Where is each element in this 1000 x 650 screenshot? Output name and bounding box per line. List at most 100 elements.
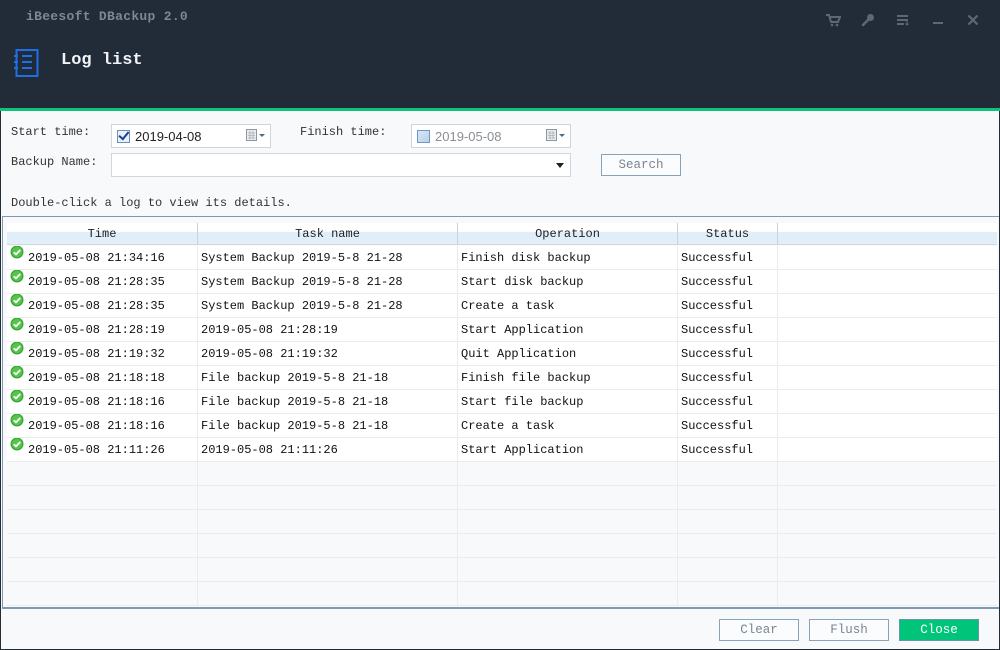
status-cell [678, 486, 778, 510]
time-cell [7, 558, 198, 582]
status-cell [678, 462, 778, 486]
success-check-icon [10, 414, 24, 436]
time-cell [7, 510, 198, 534]
task-name-cell [198, 510, 458, 534]
status-text: Successful [681, 395, 754, 409]
start-time-picker[interactable]: 2019-04-08 [111, 124, 271, 148]
task-name-cell [198, 534, 458, 558]
operation-cell [458, 462, 678, 486]
table-row[interactable]: 2019-05-08 21:28:19 2019-05-08 21:28:19 St… [7, 318, 997, 342]
status-cell: Successful [678, 270, 778, 294]
log-table[interactable]: Time Task name Operation Status 2019-05-… [2, 216, 999, 609]
success-check-icon [10, 318, 24, 340]
backup-name-select[interactable] [111, 153, 571, 177]
table-row[interactable]: 2019-05-08 21:28:35 System Backup 2019-5-… [7, 294, 997, 318]
column-header-filler [778, 223, 997, 245]
table-header: Time Task name Operation Status [7, 223, 997, 245]
operation-text: Finish disk backup [461, 251, 591, 265]
time-text: 2019-05-08 21:18:18 [28, 371, 165, 385]
key-icon [861, 14, 874, 27]
table-row[interactable]: 2019-05-08 21:28:35 System Backup 2019-5-… [7, 270, 997, 294]
app-title: iBeesoft DBackup 2.0 [26, 9, 189, 24]
finish-time-value[interactable]: 2019-05-08 [435, 129, 502, 144]
filler-cell [778, 294, 997, 318]
minimize-button[interactable] [920, 10, 955, 30]
cart-button[interactable] [815, 10, 850, 30]
status-cell: Successful [678, 342, 778, 366]
status-cell: Successful [678, 414, 778, 438]
success-check-icon [10, 294, 24, 316]
operation-cell: Start file backup [458, 390, 678, 414]
status-text: Successful [681, 299, 754, 313]
table-row[interactable]: 2019-05-08 21:18:18 File backup 2019-5-8 … [7, 366, 997, 390]
operation-cell: Create a task [458, 414, 678, 438]
operation-text: Start disk backup [461, 275, 584, 289]
table-row[interactable]: 2019-05-08 21:18:16 File backup 2019-5-8 … [7, 414, 997, 438]
settings-button[interactable] [850, 10, 885, 30]
finish-time-checkbox[interactable] [417, 129, 430, 143]
operation-cell: Start disk backup [458, 270, 678, 294]
column-header-status[interactable]: Status [678, 223, 778, 245]
backup-name-label: Backup Name: [11, 155, 98, 169]
minimize-icon [932, 22, 943, 24]
time-cell [7, 582, 198, 606]
start-time-calendar-button[interactable] [246, 129, 266, 142]
task-name-cell [198, 582, 458, 606]
operation-cell [458, 534, 678, 558]
flush-button[interactable]: Flush [809, 619, 889, 641]
table-row[interactable]: 2019-05-08 21:34:16 System Backup 2019-5-… [7, 246, 997, 270]
success-check-icon [10, 342, 24, 364]
table-row[interactable]: 2019-05-08 21:11:26 2019-05-08 21:11:26 St… [7, 438, 997, 462]
start-time-label: Start time: [11, 125, 91, 139]
time-cell: 2019-05-08 21:34:16 [7, 246, 198, 270]
search-button[interactable]: Search [601, 154, 681, 176]
time-text: 2019-05-08 21:28:35 [28, 275, 165, 289]
column-header-task-name[interactable]: Task name [198, 223, 458, 245]
filler-cell [778, 558, 997, 582]
filler-cell [778, 438, 997, 462]
operation-cell [458, 486, 678, 510]
cart-icon [825, 14, 841, 27]
close-button[interactable]: Close [899, 619, 979, 641]
start-time-checkbox[interactable] [117, 129, 130, 143]
time-cell: 2019-05-08 21:28:19 [7, 318, 198, 342]
success-check-icon [10, 246, 24, 268]
filler-cell [778, 414, 997, 438]
task-name-cell: 2019-05-08 21:28:19 [198, 318, 458, 342]
status-cell: Successful [678, 438, 778, 462]
filler-cell [778, 270, 997, 294]
time-cell: 2019-05-08 21:18:18 [7, 366, 198, 390]
table-row[interactable]: 2019-05-08 21:18:16 File backup 2019-5-8 … [7, 390, 997, 414]
finish-time-picker[interactable]: 2019-05-08 [411, 124, 571, 148]
chevron-down-icon[interactable] [556, 163, 564, 168]
time-text: 2019-05-08 21:18:16 [28, 395, 165, 409]
filler-cell [778, 246, 997, 270]
column-header-operation[interactable]: Operation [458, 223, 678, 245]
task-name-cell [198, 462, 458, 486]
success-check-icon [10, 366, 24, 388]
filler-cell [778, 390, 997, 414]
task-name-text: File backup 2019-5-8 21-18 [201, 395, 389, 409]
close-icon [967, 14, 978, 26]
clear-button[interactable]: Clear [719, 619, 799, 641]
status-cell [678, 510, 778, 534]
status-cell [678, 582, 778, 606]
operation-text: Start Application [461, 323, 584, 337]
time-cell: 2019-05-08 21:11:26 [7, 438, 198, 462]
time-cell: 2019-05-08 21:18:16 [7, 414, 198, 438]
filler-cell [778, 318, 997, 342]
close-window-button[interactable] [955, 10, 990, 30]
menu-button[interactable] [885, 10, 920, 30]
start-time-value[interactable]: 2019-04-08 [135, 129, 202, 144]
time-text: 2019-05-08 21:11:26 [28, 443, 165, 457]
finish-time-calendar-button[interactable] [546, 129, 566, 142]
table-row[interactable]: 2019-05-08 21:19:32 2019-05-08 21:19:32 Qu… [7, 342, 997, 366]
empty-table-row [7, 582, 997, 606]
operation-text: Start Application [461, 443, 584, 457]
operation-cell: Create a task [458, 294, 678, 318]
empty-table-row [7, 534, 997, 558]
time-cell: 2019-05-08 21:28:35 [7, 270, 198, 294]
calendar-icon [246, 129, 265, 141]
task-name-text: System Backup 2019-5-8 21-28 [201, 299, 403, 313]
column-header-time[interactable]: Time [7, 223, 198, 245]
